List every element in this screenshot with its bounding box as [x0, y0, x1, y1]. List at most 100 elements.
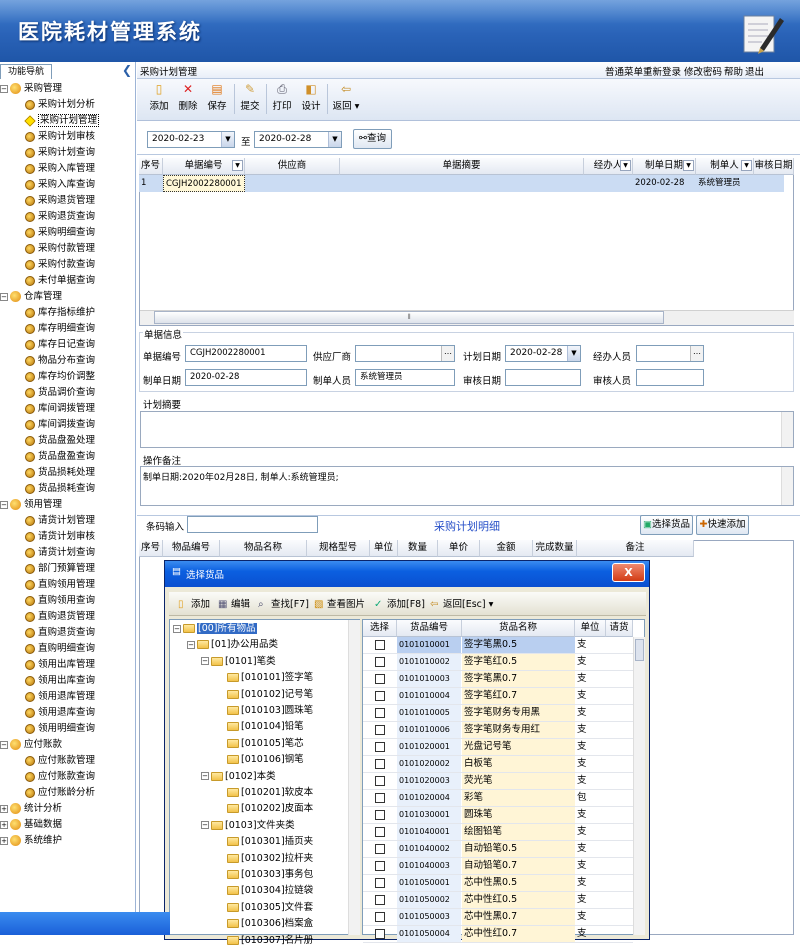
col-doc-no[interactable]: 单据编号 ▼	[163, 158, 245, 175]
col-goods-name[interactable]: 货品名称	[462, 620, 575, 637]
nav-item[interactable]: 库存日记查询	[25, 337, 95, 353]
return-button[interactable]: ⇦ 返回 ▾	[327, 82, 365, 118]
table-row[interactable]: 0101010001 签字笔黑0.5 支	[363, 637, 633, 654]
link-logout[interactable]: 退出	[745, 64, 764, 78]
tree-node[interactable]: [010202]皮面本	[227, 801, 313, 816]
expand-icon[interactable]: +	[0, 820, 8, 829]
table-row[interactable]: 0101010002 签字笔红0.5 支	[363, 654, 633, 671]
col-handler[interactable]: 经办人 ▼	[584, 158, 633, 175]
tree-node[interactable]: [010305]文件套	[227, 900, 313, 915]
nav-item[interactable]: 部门预算管理	[25, 561, 95, 577]
tree-node[interactable]: − [00]所有物品	[173, 621, 257, 636]
collapse-icon[interactable]: −	[201, 821, 209, 830]
nav-group[interactable]: + 统计分析	[0, 801, 62, 817]
col-request[interactable]: 请货	[606, 620, 633, 637]
nav-item[interactable]: 领用明细查询	[25, 721, 95, 737]
col-supplier[interactable]: 供应商	[245, 158, 340, 175]
vertical-scrollbar[interactable]	[781, 467, 793, 505]
select-checkbox[interactable]	[375, 844, 385, 854]
table-row[interactable]: 0101040001 绘图铅笔支	[363, 824, 633, 841]
quick-add-button[interactable]: ✚快速添加	[696, 515, 749, 535]
collapse-icon[interactable]: −	[0, 84, 8, 93]
col-audit-date[interactable]: 审核日期	[754, 158, 794, 175]
design-button[interactable]: ◧ 设计	[294, 82, 328, 118]
table-row[interactable]: 0101030001 圆珠笔支	[363, 807, 633, 824]
nav-item[interactable]: 采购退货管理	[25, 193, 95, 209]
nav-item[interactable]: 直购明细查询	[25, 641, 95, 657]
nav-item[interactable]: 直购退货管理	[25, 609, 95, 625]
maker-field[interactable]: 系统管理员	[355, 369, 455, 386]
ellipsis-icon[interactable]: …	[441, 346, 454, 361]
col-seq[interactable]: 序号	[139, 540, 163, 557]
table-row[interactable]: 0101010006 签字笔财务专用红支	[363, 722, 633, 739]
tree-node[interactable]: [010301]插页夹	[227, 834, 313, 849]
nav-group[interactable]: + 基础数据	[0, 817, 62, 833]
nav-item[interactable]: 货品损耗查询	[25, 481, 95, 497]
nav-item[interactable]: 直购退货查询	[25, 625, 95, 641]
col-goods-code[interactable]: 货品编号	[397, 620, 462, 637]
col-unit[interactable]: 单位	[370, 540, 398, 557]
tree-node[interactable]: [010106]钢笔	[227, 752, 304, 767]
col-qty[interactable]: 数量	[398, 540, 438, 557]
table-row[interactable]: 0101010005 签字笔财务专用黑支	[363, 705, 633, 722]
tree-node[interactable]: [010201]软皮本	[227, 785, 313, 800]
select-checkbox[interactable]	[375, 878, 385, 888]
nav-item[interactable]: 货品损耗处理	[25, 465, 95, 481]
col-item-name[interactable]: 物品名称	[220, 540, 307, 557]
col-seq[interactable]: 序号	[139, 158, 163, 175]
nav-item[interactable]: 采购计划管理	[24, 113, 100, 129]
col-remark[interactable]: 备注	[577, 540, 694, 557]
nav-item[interactable]: 领用退库查询	[25, 705, 95, 721]
col-select[interactable]: 选择	[363, 620, 397, 637]
nav-group[interactable]: − 应付账款	[0, 737, 62, 753]
collapse-icon[interactable]: −	[201, 772, 209, 781]
table-row[interactable]: 0101010004 签字笔红0.7 支	[363, 688, 633, 705]
dialog-close-button[interactable]: X	[612, 563, 645, 582]
select-checkbox[interactable]	[375, 827, 385, 837]
expand-icon[interactable]: +	[0, 836, 8, 845]
dlg-return-button[interactable]: ⇦ 返回[Esc] ▾	[430, 596, 493, 611]
select-checkbox[interactable]	[375, 725, 385, 735]
select-checkbox[interactable]	[375, 640, 385, 650]
link-relogin[interactable]: 重新登录	[643, 64, 681, 78]
nav-group[interactable]: − 采购管理	[0, 81, 62, 97]
tree-node[interactable]: [010303]事务包	[227, 867, 313, 882]
nav-item[interactable]: 货品盘盈处理	[25, 433, 95, 449]
nav-group[interactable]: − 领用管理	[0, 497, 62, 513]
audit-date-field[interactable]	[505, 369, 581, 386]
select-checkbox[interactable]	[375, 657, 385, 667]
tree-node[interactable]: − [01]办公用品类	[187, 637, 278, 652]
tree-node[interactable]: [010306]档案盒	[227, 916, 313, 931]
nav-item[interactable]: 应付账龄分析	[25, 785, 95, 801]
make-date-field[interactable]: 2020-02-28	[185, 369, 307, 386]
table-row[interactable]: 0101020002 白板笔支	[363, 756, 633, 773]
tree-node[interactable]: [010302]拉杆夹	[227, 851, 313, 866]
tree-node[interactable]: [010103]圆珠笔	[227, 703, 313, 718]
tree-node[interactable]: [010105]笔芯	[227, 736, 304, 751]
table-row[interactable]: 0101050003 芯中性黑0.7 支	[363, 909, 633, 926]
tree-node[interactable]: [010104]铅笔	[227, 719, 304, 734]
select-checkbox[interactable]	[375, 929, 385, 939]
link-normal-menu[interactable]: 普通菜单	[605, 64, 643, 78]
date-to-select[interactable]: 2020-02-28 ▼	[254, 131, 342, 148]
nav-item[interactable]: 领用退库管理	[25, 689, 95, 705]
nav-item[interactable]: 领用出库管理	[25, 657, 95, 673]
plan-summary-textarea[interactable]	[140, 411, 794, 448]
nav-item[interactable]: 货品调价查询	[25, 385, 95, 401]
col-summary[interactable]: 单据摘要	[340, 158, 584, 175]
nav-item[interactable]: 领用出库查询	[25, 673, 95, 689]
col-spec[interactable]: 规格型号	[307, 540, 370, 557]
table-row[interactable]: 0101040003 自动铅笔0.7 支	[363, 858, 633, 875]
dlg-view-image-button[interactable]: ▧ 查看图片	[314, 596, 365, 611]
table-row[interactable]: 0101050002 芯中性红0.5 支	[363, 892, 633, 909]
chevron-down-icon[interactable]: ▼	[683, 160, 694, 171]
select-checkbox[interactable]	[375, 912, 385, 922]
table-row[interactable]: 0101020004 彩笔包	[363, 790, 633, 807]
handler-field[interactable]: …	[636, 345, 704, 362]
col-price[interactable]: 单价	[438, 540, 480, 557]
table-row[interactable]: 0101020001 光盘记号笔支	[363, 739, 633, 756]
nav-item[interactable]: 请货计划管理	[25, 513, 95, 529]
collapse-icon[interactable]: −	[0, 500, 8, 509]
save-button[interactable]: ▤ 保存	[200, 82, 234, 118]
nav-tab[interactable]: 功能导航	[0, 64, 52, 79]
